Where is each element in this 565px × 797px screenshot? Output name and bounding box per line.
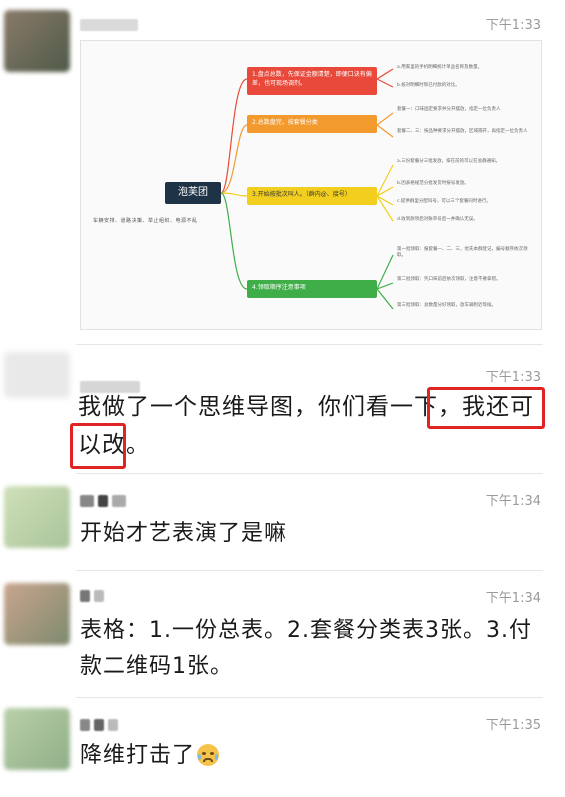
mind-map-note: 第一批领取：报套餐一、二、三，优先本群登记，编号顺序依次领取。	[397, 247, 528, 258]
highlight-box	[70, 423, 126, 469]
chat-message: 下午1:35 降维打击了	[0, 702, 565, 797]
mind-map-center-node: 泡芙团	[165, 182, 221, 204]
mind-map-branch-2: 2.总数盘完，按套餐分类	[247, 115, 377, 133]
mind-map-note: 套餐二、三：按品种要求分开摆放，区域隔开，再指定一位负责人	[397, 129, 528, 134]
message-text: 表格：1.一份总表。2.套餐分类表3张。3.付款二维码1张。	[80, 618, 532, 679]
mind-map-branch-3: 3.开始按批次叫人。（群内@、接号）	[247, 187, 377, 205]
mind-map-note: a.用家里的手机明细统计单品名称及数量。	[397, 65, 483, 70]
mind-map-note: a.三份套餐分三批发放，排在前的可以在总群通知。	[397, 159, 501, 164]
chat-message: 下午1:34 表格：1.一份总表。2.套餐分类表3张。3.付款二维码1张。	[0, 575, 565, 693]
avatar[interactable]	[4, 583, 70, 645]
chat-message: 下午1:34 开始才艺表演了是嘛	[0, 478, 565, 572]
avatar[interactable]	[4, 352, 70, 398]
sender-name	[80, 492, 130, 507]
message-text: 降维打击了	[80, 738, 540, 774]
sender-name	[80, 16, 142, 31]
message-time: 下午1:33	[485, 370, 541, 385]
mind-map-note: b.因表格规范分批发货时按号发放。	[397, 181, 469, 186]
message-divider	[76, 473, 543, 474]
chat-message: 下午1:33 泡芙团 车辆安排、道路决策、举止组织、电源不乱 1.盘点总数，先保…	[0, 0, 565, 340]
mind-map-image[interactable]: 泡芙团 车辆安排、道路决策、举止组织、电源不乱 1.盘点总数，先保证金额清楚，即…	[80, 40, 542, 330]
mind-map-branch-4: 4.领取顺序注意事项	[247, 280, 377, 298]
message-text-body: 降维打击了	[80, 743, 196, 768]
message-time: 下午1:33	[485, 18, 541, 33]
crying-laughing-emoji-icon	[197, 744, 220, 766]
avatar[interactable]	[4, 708, 70, 770]
avatar[interactable]	[4, 486, 70, 548]
message-time: 下午1:34	[485, 494, 541, 509]
message-divider	[76, 697, 543, 698]
mind-map-note: b.核对明细时和已付款的对比。	[397, 83, 460, 88]
message-text: 开始才艺表演了是嘛	[80, 521, 288, 546]
highlight-box	[427, 387, 545, 429]
sender-name	[80, 587, 108, 602]
mind-map-note: 第二批领取：凭口味前后依次领取，注意不要拿错。	[397, 277, 501, 282]
avatar[interactable]	[4, 10, 70, 72]
sender-name	[80, 716, 122, 731]
mind-map-note: c.提供群里分配叫号，可以三个套餐同时进行。	[397, 199, 491, 204]
mind-map-note: d.收到款项后对账单号后一并确认无误。	[397, 217, 478, 222]
message-divider	[76, 570, 543, 571]
mind-map-note: 第三批领取：总数量分好领取，放车辆附近等候。	[397, 303, 496, 308]
mind-map-subtitle: 车辆安排、道路决策、举止组织、电源不乱	[93, 218, 198, 224]
mind-map-branch-1: 1.盘点总数，先保证金额清楚，即便口诀有偏差，也可现场调剂。	[247, 67, 377, 95]
chat-message: 下午1:33 我做了一个思维导图，你们看一下，我还可以改。	[0, 350, 565, 469]
message-divider	[76, 344, 543, 345]
message-time: 下午1:34	[485, 591, 541, 606]
message-time: 下午1:35	[485, 718, 541, 733]
mind-map-note: 套餐一：口味固定要求并分开摆放，指定一位负责人	[397, 107, 501, 112]
